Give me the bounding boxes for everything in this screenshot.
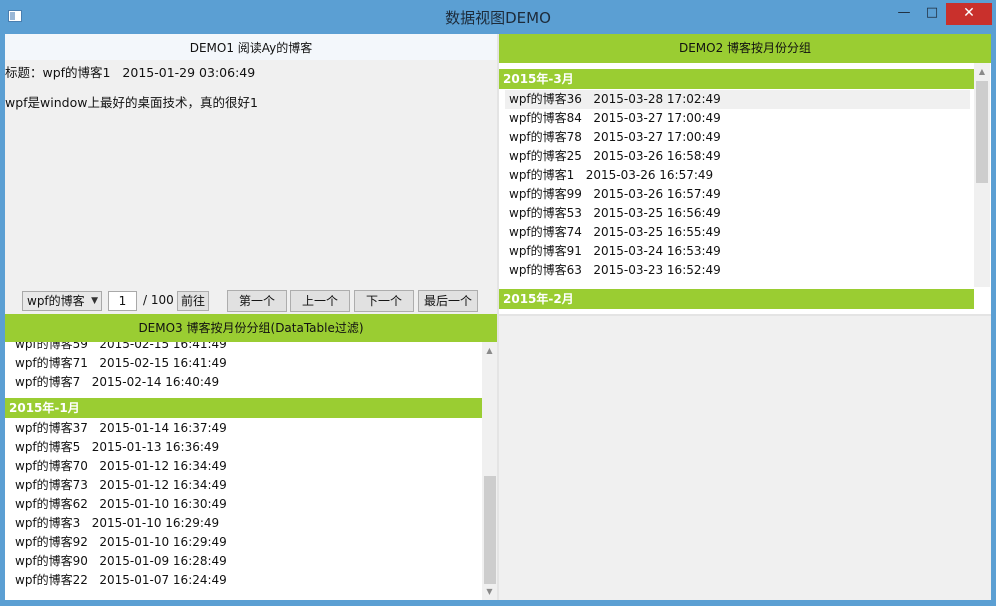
list-item[interactable]: wpf的博客78 2015-03-27 17:00:49 [509,128,721,147]
list-item[interactable]: wpf的博客71 2015-02-15 16:41:49 [15,354,227,373]
empty-panel [499,316,991,600]
goto-button[interactable]: 前往 [177,291,209,311]
demo1-panel: DEMO1 阅读Ay的博客 标题：wpf的博客1 2015-01-29 03:0… [5,34,497,314]
article-title: 标题：wpf的博客1 2015-01-29 03:06:49 [5,65,256,80]
group-header: 2015年-3月 [499,69,974,89]
demo3-panel: DEMO3 博客按月份分组(DataTable过滤) wpf的博客59 2015… [5,314,497,600]
scroll-up-icon[interactable]: ▲ [482,342,497,359]
list-item[interactable]: wpf的博客90 2015-01-09 16:28:49 [15,552,227,571]
pager-bar: wpf的博客 ▼ 1 / 100 前往 第一个 上一个 下一个 最后一个 [5,288,497,312]
list-item[interactable]: wpf的博客53 2015-03-25 16:56:49 [509,204,721,223]
page-number-input[interactable]: 1 [108,291,137,311]
list-item[interactable]: wpf的博客59 2015-02-15 16:41:49 [15,342,227,354]
list-item[interactable]: wpf的博客37 2015-01-14 16:37:49 [15,419,227,438]
last-button[interactable]: 最后一个 [418,290,478,312]
minimize-button[interactable]: — [890,3,918,25]
demo2-panel: DEMO2 博客按月份分组 2015年-3月 wpf的博客36 2015-03-… [499,34,991,314]
next-button[interactable]: 下一个 [354,290,414,312]
group-header: 2015年-2月 [499,289,974,309]
list-item[interactable]: wpf的博客70 2015-01-12 16:34:49 [15,457,227,476]
previous-button[interactable]: 上一个 [290,290,350,312]
list-item[interactable]: wpf的博客73 2015-01-12 16:34:49 [15,476,227,495]
group-header: 2015年-1月 [5,398,482,418]
app-window: 数据视图DEMO — □ ✕ DEMO1 阅读Ay的博客 标题：wpf的博客1 … [0,0,996,606]
list-item[interactable]: wpf的博客1 2015-03-26 16:57:49 [509,166,713,185]
list-item[interactable]: wpf的博客91 2015-03-24 16:53:49 [509,242,721,261]
client-area: DEMO1 阅读Ay的博客 标题：wpf的博客1 2015-01-29 03:0… [5,34,991,600]
maximize-button[interactable]: □ [918,3,946,25]
list-item[interactable]: wpf的博客99 2015-03-26 16:57:49 [509,185,721,204]
demo3-header: DEMO3 博客按月份分组(DataTable过滤) [5,314,497,342]
demo3-scrollbar[interactable]: ▲ ▼ [482,342,497,600]
blog-combobox[interactable]: wpf的博客 ▼ [22,291,102,311]
demo1-header: DEMO1 阅读Ay的博客 [5,34,497,60]
close-button[interactable]: ✕ [946,3,992,25]
list-item[interactable]: wpf的博客5 2015-01-13 16:36:49 [15,438,219,457]
scroll-up-icon[interactable]: ▲ [974,63,990,80]
list-item[interactable]: wpf的博客62 2015-01-10 16:30:49 [15,495,227,514]
list-item[interactable]: wpf的博客74 2015-03-25 16:55:49 [509,223,721,242]
list-item[interactable]: wpf的博客22 2015-01-07 16:24:49 [15,571,227,590]
first-button[interactable]: 第一个 [227,290,287,312]
list-item[interactable]: wpf的博客36 2015-03-28 17:02:49 [505,90,970,109]
demo2-scrollbar[interactable]: ▲ [974,63,990,287]
combo-value: wpf的博客 [27,294,85,308]
scroll-thumb[interactable] [976,81,988,183]
chevron-down-icon: ▼ [91,296,98,306]
page-total-label: / 100 [143,293,174,307]
list-item[interactable]: wpf的博客25 2015-03-26 16:58:49 [509,147,721,166]
window-title: 数据视图DEMO [445,9,551,27]
demo2-listbox[interactable]: 2015年-3月 wpf的博客36 2015-03-28 17:02:49 wp… [499,63,974,314]
list-item[interactable]: wpf的博客7 2015-02-14 16:40:49 [15,373,219,392]
list-item[interactable]: wpf的博客63 2015-03-23 16:52:49 [509,261,721,280]
list-item[interactable]: wpf的博客84 2015-03-27 17:00:49 [509,109,721,128]
title-bar[interactable]: 数据视图DEMO — □ ✕ [0,0,996,34]
scroll-down-icon[interactable]: ▼ [482,583,497,600]
demo2-header: DEMO2 博客按月份分组 [499,34,991,63]
article-body: wpf是window上最好的桌面技术，真的很好1 [5,95,258,110]
scroll-thumb[interactable] [484,476,496,584]
list-item[interactable]: wpf的博客3 2015-01-10 16:29:49 [15,514,219,533]
demo3-listbox[interactable]: wpf的博客59 2015-02-15 16:41:49 wpf的博客71 20… [5,342,482,600]
list-item[interactable]: wpf的博客92 2015-01-10 16:29:49 [15,533,227,552]
